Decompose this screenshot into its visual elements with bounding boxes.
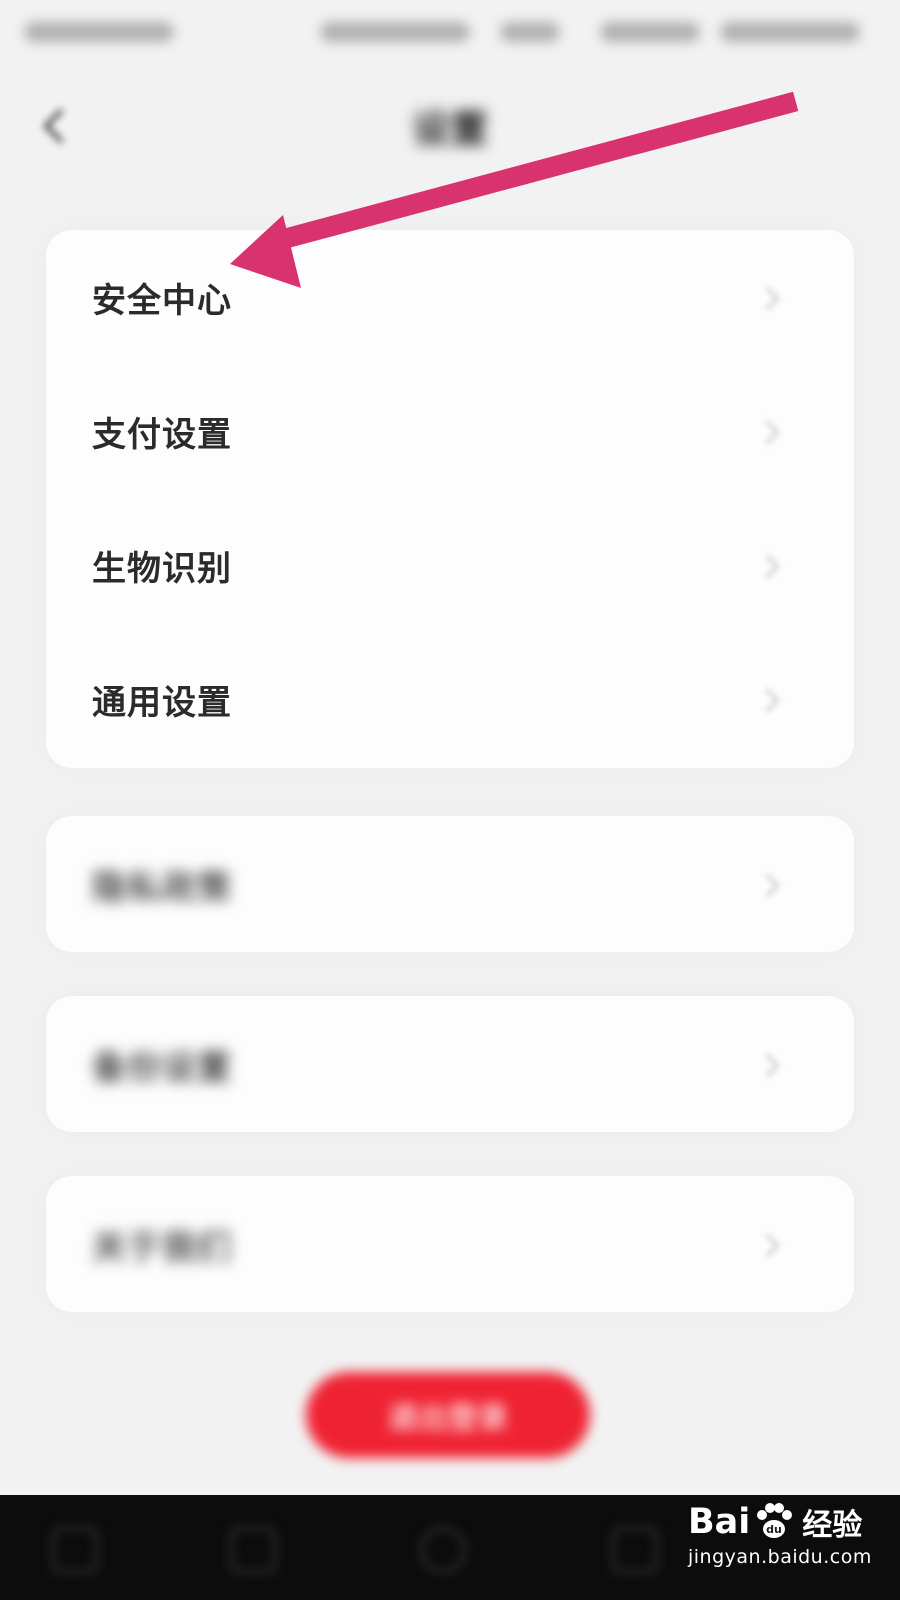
settings-card-about: 关于我们 (46, 1176, 854, 1312)
chevron-right-icon (755, 1233, 780, 1258)
status-bar (0, 0, 900, 60)
chevron-right-icon (755, 420, 780, 445)
top-bar: 设置 (0, 80, 900, 170)
settings-item-label: 生物识别 (92, 548, 232, 589)
settings-card-privacy: 隐私政策 (46, 816, 854, 952)
watermark-url: jingyan.baidu.com (688, 1546, 872, 1568)
chevron-right-icon (755, 1053, 780, 1078)
settings-item-backup[interactable]: 备份设置 (46, 996, 854, 1132)
watermark-brand: Bai (688, 1502, 751, 1542)
svg-text:du: du (766, 1523, 782, 1536)
recents-icon[interactable] (612, 1527, 658, 1573)
baidu-jingyan-watermark: Bai du 经验 jingyan.baidu.com (688, 1500, 888, 1592)
back-nav-icon[interactable] (230, 1527, 276, 1573)
logout-label: 退出登录 (388, 1401, 508, 1436)
chevron-right-icon (755, 873, 780, 898)
settings-item-privacy[interactable]: 隐私政策 (46, 816, 854, 952)
settings-item-label: 支付设置 (92, 414, 232, 455)
settings-item-label: 关于我们 (92, 1227, 232, 1268)
home-icon[interactable] (420, 1527, 466, 1573)
settings-item-payment[interactable]: 支付设置 (46, 364, 854, 498)
settings-item-label: 备份设置 (92, 1047, 232, 1088)
settings-item-label: 安全中心 (92, 280, 232, 321)
settings-item-biometrics[interactable]: 生物识别 (46, 498, 854, 632)
settings-card: 安全中心 支付设置 生物识别 通用设置 (46, 230, 854, 768)
menu-icon[interactable] (52, 1527, 98, 1573)
settings-card-backup: 备份设置 (46, 996, 854, 1132)
settings-item-general[interactable]: 通用设置 (46, 632, 854, 766)
settings-item-label: 通用设置 (92, 682, 232, 723)
chevron-right-icon (755, 554, 780, 579)
watermark-brand-suffix: 经验 (802, 1508, 863, 1543)
chevron-right-icon (755, 688, 780, 713)
paw-icon: du (757, 1503, 793, 1538)
settings-item-about[interactable]: 关于我们 (46, 1176, 854, 1312)
chevron-right-icon (755, 286, 780, 311)
logout-button[interactable]: 退出登录 (306, 1372, 590, 1458)
page-title: 设置 (411, 107, 488, 151)
settings-item-label: 隐私政策 (92, 867, 232, 908)
settings-item-security-center[interactable]: 安全中心 (46, 230, 854, 364)
